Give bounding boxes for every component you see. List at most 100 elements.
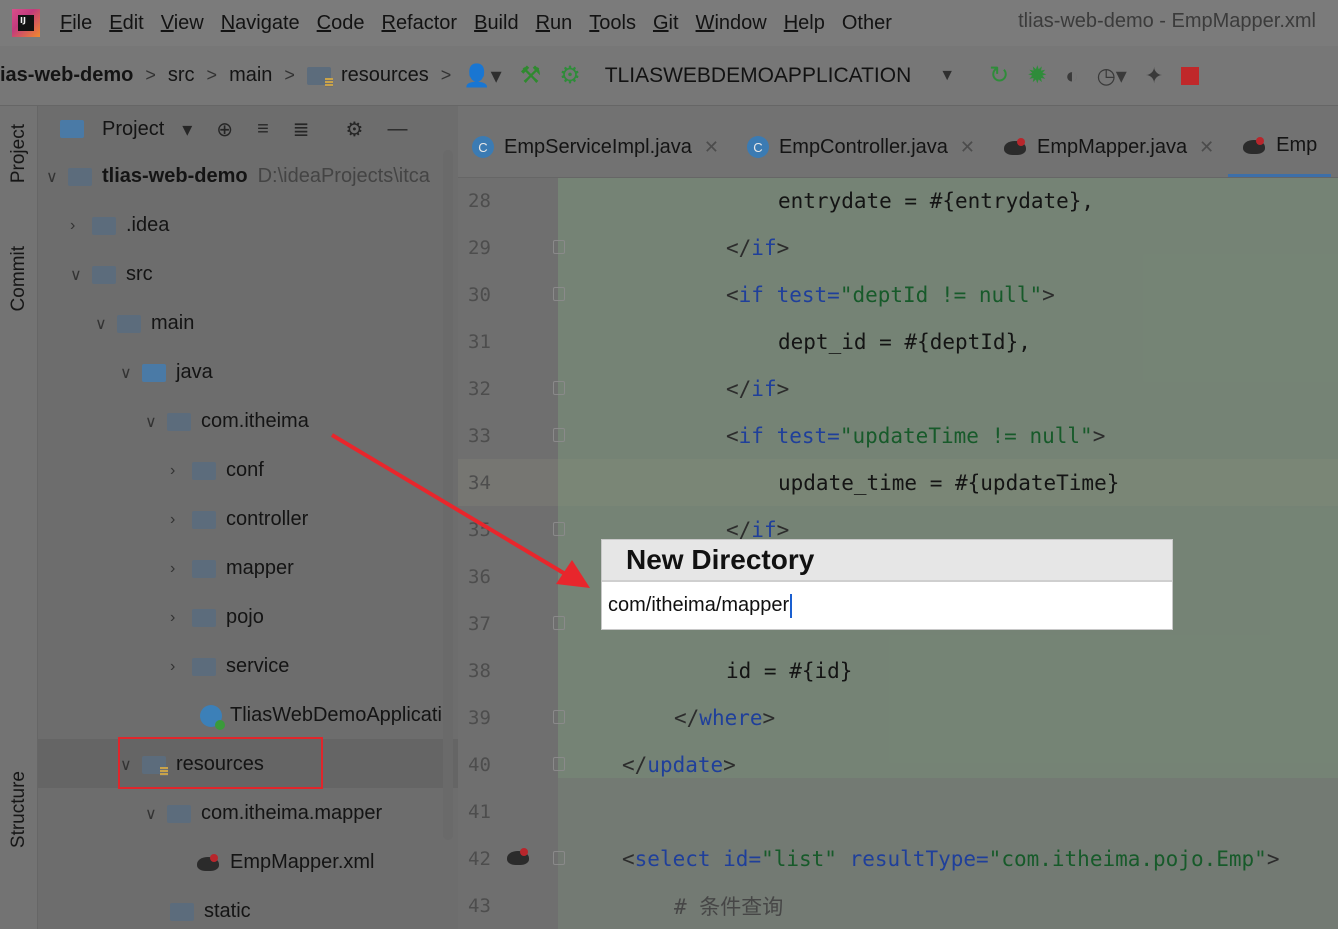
tool-window-project-tab[interactable]: Project: [8, 124, 30, 183]
debug-bug-icon[interactable]: ✹: [1027, 61, 1047, 90]
menu-git[interactable]: Git: [653, 12, 679, 35]
rerun-icon[interactable]: ↻: [989, 61, 1009, 90]
menu-refactor[interactable]: Refactor: [381, 12, 457, 35]
tree-item-controller[interactable]: › controller: [170, 495, 308, 544]
breadcrumb-project[interactable]: ias-web-demo: [0, 64, 133, 87]
collapse-all-icon[interactable]: ≣: [293, 117, 310, 142]
close-icon[interactable]: ✕: [1199, 137, 1214, 158]
chevron-down-icon[interactable]: ∨: [95, 314, 117, 334]
tree-item-service[interactable]: › service: [170, 642, 289, 691]
directory-name-input[interactable]: com/itheima/mapper: [602, 582, 1172, 629]
mybatis-navigate-icon[interactable]: [506, 846, 532, 868]
tree-item-label: main: [151, 312, 195, 334]
user-icon[interactable]: 👤▾: [463, 63, 501, 89]
tree-item-com-itheima-mapper[interactable]: ∨ com.itheima.mapper: [145, 789, 382, 838]
chevron-right-icon[interactable]: ›: [170, 609, 192, 627]
tool-window-structure-tab[interactable]: Structure: [8, 771, 30, 848]
tree-item-mapper[interactable]: › mapper: [170, 544, 294, 593]
project-scrollbar[interactable]: [443, 150, 453, 840]
chevron-right-icon[interactable]: ›: [170, 511, 192, 529]
line-number: 28: [468, 189, 491, 212]
chevron-down-icon[interactable]: ∨: [70, 265, 92, 285]
tree-item-label: service: [226, 655, 290, 677]
fold-marker-icon[interactable]: [553, 710, 565, 724]
fold-marker-icon[interactable]: [553, 381, 565, 395]
chevron-right-icon[interactable]: ›: [170, 658, 192, 676]
run-configuration-select[interactable]: TLIASWEBDEMOAPPLICATION: [605, 64, 912, 88]
chevron-right-icon[interactable]: ›: [170, 560, 192, 578]
tree-item-empmapper-xml[interactable]: EmpMapper.xml: [196, 838, 375, 887]
fold-marker-icon[interactable]: [553, 616, 565, 630]
menu-edit[interactable]: Edit: [109, 12, 143, 35]
expand-all-icon[interactable]: ≡: [257, 118, 269, 141]
tool-window-commit-tab[interactable]: Commit: [8, 246, 30, 311]
tree-root-label: tlias-web-demo: [102, 165, 248, 187]
fold-marker-icon[interactable]: [553, 287, 565, 301]
tab-empcontroller[interactable]: C EmpController.java ✕: [733, 117, 989, 177]
tab-empmapper-xml[interactable]: Emp: [1228, 117, 1332, 177]
chevron-down-icon[interactable]: ▾: [182, 117, 192, 142]
tree-item-java[interactable]: ∨ java: [120, 348, 213, 397]
menu-code[interactable]: Code: [317, 12, 365, 35]
chevron-down-icon[interactable]: ∨: [145, 804, 167, 824]
tab-label: EmpServiceImpl.java: [504, 135, 692, 158]
chevron-right-icon[interactable]: ›: [70, 217, 92, 235]
menu-bar: IJ File Edit View Navigate Code Refactor…: [0, 0, 1338, 46]
profiler-icon[interactable]: ◷▾: [1097, 63, 1127, 89]
code-line-30: < if test= "deptId != null" >: [726, 282, 1055, 307]
chevron-right-icon[interactable]: ›: [170, 462, 192, 480]
tree-item-com-itheima[interactable]: ∨ com.itheima: [145, 397, 309, 446]
close-icon[interactable]: ✕: [704, 137, 719, 158]
chevron-down-icon[interactable]: ∨: [46, 167, 68, 187]
line-number: 42: [468, 847, 491, 870]
menu-build[interactable]: Build: [474, 12, 518, 35]
fold-marker-icon[interactable]: [553, 851, 565, 865]
chevron-down-icon[interactable]: ∨: [145, 412, 167, 432]
locate-file-icon[interactable]: ⊕: [216, 117, 233, 142]
menu-navigate[interactable]: Navigate: [221, 12, 300, 35]
menu-run[interactable]: Run: [536, 12, 573, 35]
tree-item-src[interactable]: ∨ src: [70, 250, 153, 299]
build-hammer-icon[interactable]: ⚒: [520, 61, 542, 90]
tree-item-root[interactable]: ∨ tlias-web-demo D:\ideaProjects\itca: [46, 152, 430, 201]
code-line-42: < select id= "list" resultType= "com.itheim…: [622, 846, 1280, 871]
tree-item-static[interactable]: static: [170, 887, 251, 929]
fold-marker-icon[interactable]: [553, 757, 565, 771]
gear-icon[interactable]: ⚙: [346, 117, 364, 142]
coverage-icon[interactable]: ◐: [1065, 63, 1078, 89]
menu-window[interactable]: Window: [696, 12, 767, 35]
fold-marker-icon[interactable]: [553, 522, 565, 536]
fold-marker-icon[interactable]: [553, 240, 565, 254]
tree-item-pojo[interactable]: › pojo: [170, 593, 264, 642]
breadcrumb-main[interactable]: main: [229, 64, 272, 87]
stop-icon[interactable]: [1181, 66, 1200, 85]
fold-marker-icon[interactable]: [553, 428, 565, 442]
menu-tools[interactable]: Tools: [589, 12, 636, 35]
menu-other[interactable]: Other: [842, 12, 892, 35]
project-panel-title[interactable]: Project: [102, 118, 164, 141]
line-number: 37: [468, 612, 491, 635]
menu-help[interactable]: Help: [784, 12, 825, 35]
tree-item-application-class[interactable]: TliasWebDemoApplicati: [200, 691, 442, 740]
tab-label: Emp: [1276, 134, 1318, 156]
close-icon[interactable]: ✕: [960, 137, 975, 158]
chevron-right-icon: >: [145, 65, 156, 85]
tab-empserviceimpl[interactable]: C EmpServiceImpl.java ✕: [458, 117, 733, 177]
breadcrumb-resources[interactable]: resources: [306, 64, 429, 87]
tree-item-main[interactable]: ∨ main: [95, 299, 194, 348]
line-number: 40: [468, 753, 491, 776]
package-icon: [192, 608, 216, 627]
tree-item-conf[interactable]: › conf: [170, 446, 264, 495]
folder-icon: [170, 902, 194, 921]
tab-empmapper-java[interactable]: EmpMapper.java ✕: [989, 117, 1228, 177]
chevron-down-icon[interactable]: ∨: [120, 363, 142, 383]
attach-debugger-icon[interactable]: ✦: [1145, 63, 1163, 89]
tree-root-path: D:\ideaProjects\itca: [257, 165, 430, 187]
code-line-32: </if >: [726, 376, 790, 401]
menu-view[interactable]: View: [161, 12, 204, 35]
chevron-down-icon[interactable]: ▼: [939, 67, 955, 85]
tree-item-idea[interactable]: › .idea: [70, 201, 169, 250]
breadcrumb-src[interactable]: src: [168, 64, 195, 87]
menu-file[interactable]: File: [60, 12, 92, 35]
hide-panel-icon[interactable]: —: [387, 118, 407, 141]
